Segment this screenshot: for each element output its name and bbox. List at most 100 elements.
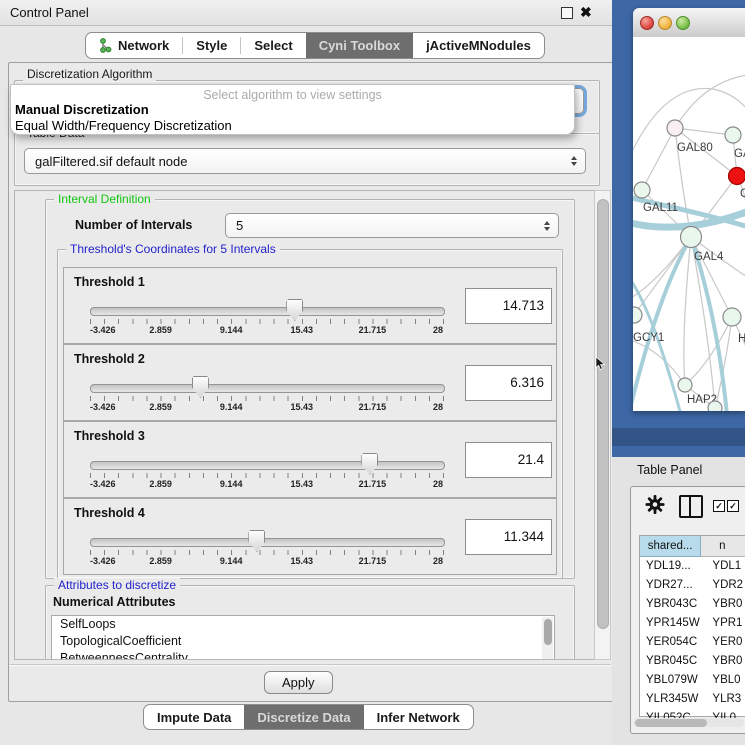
attributes-group-title: Attributes to discretize <box>54 578 180 592</box>
table-data-combobox[interactable]: galFiltered.sif default node <box>24 148 586 174</box>
tick-label: 28 <box>433 479 443 489</box>
table-cell: YER0 <box>708 633 745 652</box>
network-node[interactable] <box>723 308 741 326</box>
network-node[interactable] <box>634 182 650 198</box>
table-cell: YDL1 <box>708 557 745 576</box>
table-row[interactable]: YLR345WYLR3 <box>640 690 745 709</box>
slider-thumb[interactable] <box>286 299 303 321</box>
network-node[interactable] <box>678 378 692 392</box>
algorithm-dropdown-popup: Select algorithm to view settings Manual… <box>10 84 575 135</box>
network-node[interactable] <box>667 120 683 136</box>
tick-label: 15.43 <box>291 325 314 335</box>
tick-label: 21.715 <box>359 479 387 489</box>
slider-track[interactable] <box>90 538 445 547</box>
table-row[interactable]: YBR045CYBR0 <box>640 652 745 671</box>
thresholds-group-title: Threshold's Coordinates for 5 Intervals <box>66 242 280 256</box>
table-row[interactable]: YDR27...YDR2 <box>640 576 745 595</box>
popup-option-equal-width[interactable]: Equal Width/Frequency Discretization <box>15 118 232 133</box>
slider-thumb[interactable] <box>248 530 265 552</box>
threshold-value-field[interactable]: 11.344 <box>465 519 552 555</box>
slider-track[interactable] <box>90 307 445 316</box>
columns-icon[interactable] <box>679 495 703 518</box>
table-data-value: galFiltered.sif default node <box>35 154 187 169</box>
network-window[interactable]: GAL80GALCGAL11GAL4GCY1HHAP2 <box>633 8 745 411</box>
algorithm-group-title: Discretization Algorithm <box>23 67 156 81</box>
network-canvas[interactable]: GAL80GALCGAL11GAL4GCY1HHAP2 <box>633 37 745 411</box>
network-window-titlebar[interactable] <box>633 8 745 38</box>
slider-track[interactable] <box>90 461 445 470</box>
slider-ticks <box>90 473 444 478</box>
threshold-value-field[interactable]: 21.4 <box>465 442 552 478</box>
scrollbar-thumb[interactable] <box>635 719 707 727</box>
popup-option-manual-discretization[interactable]: Manual Discretization <box>15 102 149 117</box>
slider-track[interactable] <box>90 384 445 393</box>
tick-label: -3.426 <box>90 402 116 412</box>
slider-ticks <box>90 550 444 555</box>
tab-cyni-toolbox[interactable]: Cyni Toolbox <box>306 33 413 58</box>
num-intervals-combobox[interactable]: 5 <box>225 213 559 238</box>
tab-style[interactable]: Style <box>183 33 240 58</box>
scrollbar-thumb[interactable] <box>597 199 609 629</box>
tick-label: 9.144 <box>220 402 243 412</box>
table-horizontal-scrollbar[interactable] <box>633 718 744 727</box>
tick-label: 2.859 <box>149 325 172 335</box>
tick-label: 9.144 <box>220 325 243 335</box>
control-panel-tabbar: Network Style Select Cyni Toolbox jActiv… <box>85 32 545 59</box>
tab-network-label: Network <box>118 38 169 53</box>
tab-infer-network[interactable]: Infer Network <box>364 705 473 729</box>
checkbox-icon[interactable]: ✓ <box>727 500 739 512</box>
apply-button[interactable]: Apply <box>264 671 333 694</box>
tab-select[interactable]: Select <box>241 33 305 58</box>
table-row[interactable]: YBR043CYBR0 <box>640 595 745 614</box>
close-icon[interactable]: ✖ <box>580 4 592 21</box>
network-node[interactable] <box>725 127 741 143</box>
threshold-value-field[interactable]: 14.713 <box>465 288 552 324</box>
tab-network[interactable]: Network <box>86 33 182 58</box>
network-node[interactable] <box>708 401 722 411</box>
network-node[interactable] <box>729 168 745 185</box>
threshold-label: Threshold 1 <box>74 275 145 289</box>
gear-icon[interactable] <box>645 494 665 515</box>
column-header-name[interactable]: n <box>701 536 745 557</box>
list-item[interactable]: TopologicalCoefficient <box>52 633 554 650</box>
table-header-row: shared... n <box>640 536 745 557</box>
tick-label: 15.43 <box>291 556 314 566</box>
table-row[interactable]: YBL079WYBL0 <box>640 671 745 690</box>
settings-vertical-scrollbar[interactable] <box>594 190 611 660</box>
table-cell: YPR1 <box>708 614 745 633</box>
close-traffic-light[interactable] <box>640 16 654 30</box>
node-label: GAL4 <box>694 251 724 263</box>
threshold-value-field[interactable]: 6.316 <box>465 365 552 401</box>
list-item[interactable]: SelfLoops <box>52 616 554 633</box>
list-scrollbar[interactable] <box>542 617 553 659</box>
float-window-icon[interactable] <box>561 7 573 19</box>
table-cell: YDR2 <box>708 576 745 595</box>
list-item[interactable]: BetweennessCentrality <box>52 650 554 660</box>
tab-impute-data[interactable]: Impute Data <box>144 705 244 729</box>
tab-jactivemnodules[interactable]: jActiveMNodules <box>413 33 544 58</box>
network-node[interactable] <box>681 227 702 248</box>
tick-label: 21.715 <box>359 402 387 412</box>
table-cell: YBL0 <box>708 671 745 690</box>
num-intervals-value: 5 <box>236 218 243 233</box>
table-row[interactable]: YER054CYER0 <box>640 633 745 652</box>
tick-label: 15.43 <box>291 479 314 489</box>
table-panel-area: Table Panel ✓ ✓ shared... n <box>612 457 745 745</box>
table-row[interactable]: YDL19...YDL1 <box>640 557 745 576</box>
slider-scale: -3.4262.8599.14415.4321.71528 <box>90 479 443 491</box>
slider-thumb[interactable] <box>361 453 378 475</box>
checkbox-icon[interactable]: ✓ <box>713 500 725 512</box>
minimize-traffic-light[interactable] <box>658 16 672 30</box>
network-node[interactable] <box>633 307 642 323</box>
slider-thumb[interactable] <box>192 376 209 398</box>
node-label: GAL80 <box>677 142 713 154</box>
table-row[interactable]: YPR145WYPR1 <box>640 614 745 633</box>
tick-label: 28 <box>433 325 443 335</box>
column-header-shared-name[interactable]: shared... <box>640 536 701 557</box>
tab-discretize-data[interactable]: Discretize Data <box>244 705 363 729</box>
threshold-label: Threshold 3 <box>74 429 145 443</box>
zoom-traffic-light[interactable] <box>676 16 690 30</box>
table-cell: YBR0 <box>708 652 745 671</box>
tick-label: 9.144 <box>220 479 243 489</box>
slider-ticks <box>90 319 444 324</box>
